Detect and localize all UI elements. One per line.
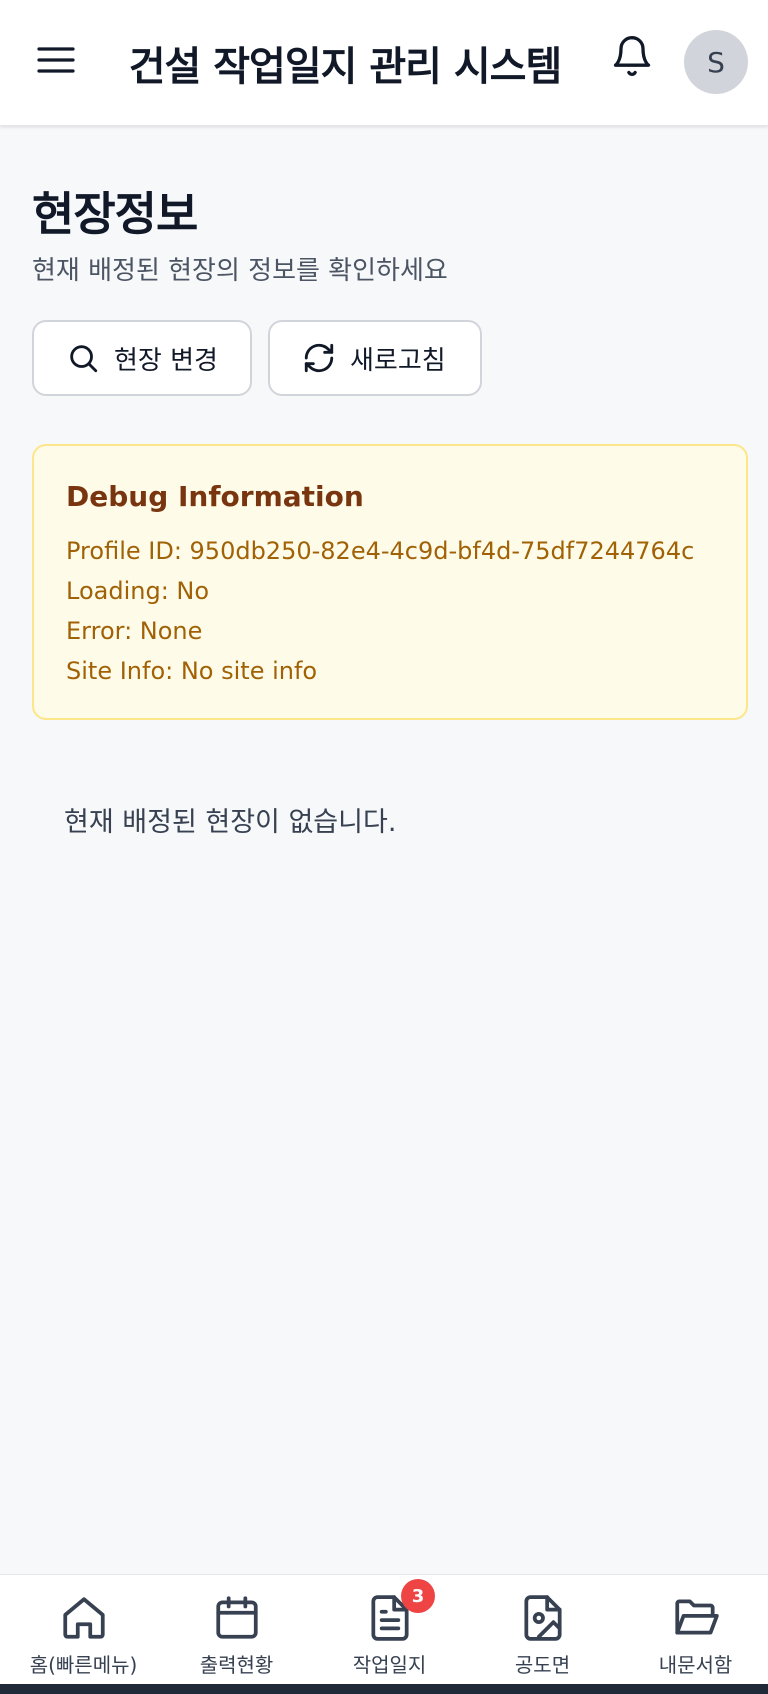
menu-button[interactable] xyxy=(36,40,76,80)
user-avatar[interactable]: S xyxy=(684,30,748,94)
debug-profile-id: Profile ID: 950db250-82e4-4c9d-bf4d-75df… xyxy=(66,537,695,565)
nav-item-attendance[interactable]: 출력현황 xyxy=(160,1575,313,1685)
folder-open-icon xyxy=(674,1599,719,1635)
bottom-navigation: 홈(빠른메뉴) 출력현황 3 작업일지 공도면 내문서함 xyxy=(0,1574,768,1684)
nav-item-home[interactable]: 홈(빠른메뉴) xyxy=(7,1575,160,1685)
calendar-icon xyxy=(215,1596,258,1639)
debug-error: Error: None xyxy=(66,617,203,645)
change-site-label: 현장 변경 xyxy=(114,345,218,376)
refresh-button[interactable]: 새로고침 xyxy=(268,320,482,396)
system-bar xyxy=(0,1684,768,1694)
nav-item-drawings[interactable]: 공도면 xyxy=(466,1575,619,1685)
debug-loading: Loading: No xyxy=(66,577,210,605)
refresh-label: 새로고침 xyxy=(350,345,446,376)
nav-item-worklog[interactable]: 3 작업일지 xyxy=(313,1575,466,1685)
nav-label-attendance: 출력현황 xyxy=(199,1653,274,1677)
empty-site-message: 현재 배정된 현장이 없습니다. xyxy=(64,807,397,838)
notifications-button[interactable] xyxy=(610,34,654,78)
image-file-icon xyxy=(523,1595,562,1641)
change-site-button[interactable]: 현장 변경 xyxy=(32,320,252,396)
hamburger-icon xyxy=(37,47,75,73)
nav-label-worklog: 작업일지 xyxy=(352,1653,427,1677)
notification-badge: 3 xyxy=(401,1579,435,1613)
page-subtitle: 현재 배정된 현장의 정보를 확인하세요 xyxy=(32,256,448,286)
search-icon xyxy=(70,345,98,373)
nav-item-documents[interactable]: 내문서함 xyxy=(619,1575,768,1685)
debug-title: Debug Information xyxy=(66,480,364,513)
app-title: 건설 작업일지 관리 시스템 xyxy=(128,44,563,90)
nav-label-home: 홈(빠른메뉴) xyxy=(29,1653,138,1677)
home-icon xyxy=(62,1597,105,1639)
debug-panel: Debug Information Profile ID: 950db250-8… xyxy=(32,444,748,720)
bell-icon xyxy=(613,36,651,76)
refresh-icon xyxy=(304,343,334,373)
nav-label-documents: 내문서함 xyxy=(658,1653,733,1677)
nav-label-drawings: 공도면 xyxy=(514,1653,571,1677)
debug-site-info: Site Info: No site info xyxy=(66,657,318,685)
page-title: 현장정보 xyxy=(32,187,198,241)
top-header: 건설 작업일지 관리 시스템 S xyxy=(0,0,768,126)
